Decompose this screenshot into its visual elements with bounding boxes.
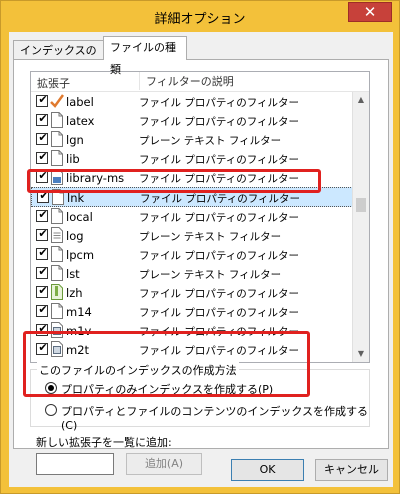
checkmark-icon: ✔ (38, 131, 48, 145)
file-icon (50, 150, 64, 167)
row-filter: プレーン テキスト フィルター (139, 268, 282, 281)
row-filter: ファイル プロパティのフィルター (139, 307, 299, 320)
window-title: 詳細オプション (154, 12, 246, 27)
file-icon (50, 131, 64, 148)
checkmark-icon: ✔ (38, 226, 48, 240)
row-extension: lib (66, 152, 80, 167)
checkmark-icon: ✔ (38, 264, 48, 278)
file-icon (50, 303, 64, 320)
radio-properties-and-contents-label[interactable]: プロパティとファイルのコンテンツのインデックスを作成する(C) (61, 403, 369, 432)
file-icon (50, 245, 64, 262)
row-filter: ファイル プロパティのフィルター (139, 116, 299, 129)
column-header-filter[interactable]: フィルターの説明 (139, 72, 234, 90)
list-item[interactable]: ✔ latex ファイル プロパティのフィルター (31, 111, 353, 130)
close-button[interactable]: ✕ (348, 2, 392, 22)
row-extension: label (66, 95, 94, 109)
radio-properties-and-contents[interactable] (45, 404, 57, 416)
row-checkbox[interactable]: ✔ (36, 93, 48, 107)
add-button[interactable]: 追加(A) (126, 453, 202, 475)
list-item[interactable]: ✔ local ファイル プロパティのフィルター (31, 207, 353, 226)
row-checkbox[interactable]: ✔ (36, 264, 48, 279)
row-filter: プレーン テキスト フィルター (139, 230, 282, 243)
tab-index-settings[interactable]: インデックスの設定 (13, 40, 104, 76)
row-filter: プレーン テキスト フィルター (139, 135, 282, 148)
row-checkbox[interactable]: ✔ (36, 245, 48, 260)
row-checkbox[interactable]: ✔ (36, 112, 48, 127)
row-checkbox[interactable]: ✔ (36, 150, 48, 165)
row-extension: local (66, 209, 93, 224)
file-type-list[interactable]: 拡張子 フィルターの説明 ✔ label ファイル プロパティのフィルター ✔ late… (30, 71, 370, 363)
list-item[interactable]: ✔ log プレーン テキスト フィルター (31, 226, 353, 245)
list-item[interactable]: ✔ lgn プレーン テキスト フィルター (31, 130, 353, 149)
row-checkbox[interactable]: ✔ (37, 189, 49, 204)
list-item[interactable]: ✔ lib ファイル プロパティのフィルター (31, 149, 353, 168)
dialog-window: 詳細オプション ✕ インデックスの設定 ファイルの種類 拡張子 フィルターの説明… (0, 0, 400, 494)
checkmark-icon: ✔ (38, 112, 48, 126)
row-checkbox[interactable]: ✔ (36, 226, 48, 241)
checkmark-icon: ✔ (38, 150, 48, 164)
scroll-down-icon[interactable]: ▼ (353, 346, 369, 362)
row-extension: m14 (66, 305, 92, 320)
text-file-icon (50, 226, 64, 243)
row-filter: ファイル プロパティのフィルター (139, 154, 299, 167)
tab-file-types[interactable]: ファイルの種類 (103, 36, 187, 76)
list-item[interactable]: ✔ lpcm ファイル プロパティのフィルター (31, 245, 353, 264)
file-icon (50, 264, 64, 281)
row-filter: ファイル プロパティのフィルター (139, 249, 299, 262)
list-item[interactable]: ✔ m14 ファイル プロパティのフィルター (31, 302, 353, 321)
row-extension: latex (66, 114, 95, 129)
scroll-up-icon[interactable]: ▲ (353, 92, 369, 108)
row-checkbox[interactable]: ✔ (36, 303, 48, 318)
checkmark-icon: ✔ (38, 283, 48, 297)
list-rows: ✔ label ファイル プロパティのフィルター ✔ latex ファイル プロパティのフ… (31, 92, 353, 359)
row-filter: ファイル プロパティのフィルター (139, 97, 299, 109)
checkmark-icon: ✔ (38, 207, 48, 221)
title-bar[interactable]: 詳細オプション ✕ (1, 1, 399, 31)
column-header-extension[interactable]: 拡張子 (37, 75, 70, 91)
checkmark-file-icon (50, 93, 65, 109)
row-checkbox[interactable]: ✔ (36, 131, 48, 146)
row-checkbox[interactable]: ✔ (36, 283, 48, 298)
row-extension: lzh (66, 285, 83, 300)
add-extension-label: 新しい拡張子を一覧に追加: (36, 436, 172, 449)
row-filter: ファイル プロパティのフィルター (139, 211, 299, 224)
row-filter: ファイル プロパティのフィルター (140, 193, 300, 206)
row-extension: lpcm (66, 247, 95, 262)
dialog-client-area: インデックスの設定 ファイルの種類 拡張子 フィルターの説明 ✔ label ファイ… (9, 32, 393, 487)
checkmark-icon: ✔ (38, 303, 48, 317)
vertical-scrollbar[interactable]: ▲ ▼ (352, 92, 369, 362)
row-filter: ファイル プロパティのフィルター (139, 287, 299, 300)
list-item[interactable]: ✔ label ファイル プロパティのフィルター (31, 92, 353, 111)
close-icon: ✕ (363, 3, 377, 21)
checkmark-icon: ✔ (38, 245, 48, 259)
highlight-index-method (23, 331, 310, 397)
file-icon (50, 207, 64, 224)
archive-icon (50, 283, 64, 300)
cancel-button[interactable]: キャンセル (315, 459, 388, 481)
row-extension: lst (66, 266, 80, 281)
list-item[interactable]: ✔ lzh ファイル プロパティのフィルター (31, 283, 353, 302)
highlight-lnk-row (27, 169, 321, 193)
row-extension: lgn (66, 133, 84, 148)
list-item[interactable]: ✔ lst プレーン テキスト フィルター (31, 264, 353, 283)
file-icon (50, 112, 64, 129)
list-header: 拡張子 フィルターの説明 (31, 72, 369, 92)
add-extension-input[interactable] (36, 453, 114, 475)
row-extension: log (66, 228, 84, 243)
ok-button[interactable]: OK (231, 459, 304, 481)
checkmark-icon: ✔ (38, 93, 48, 106)
row-checkbox[interactable]: ✔ (36, 207, 48, 222)
row-extension: lnk (67, 191, 85, 206)
scroll-thumb[interactable] (356, 198, 366, 212)
